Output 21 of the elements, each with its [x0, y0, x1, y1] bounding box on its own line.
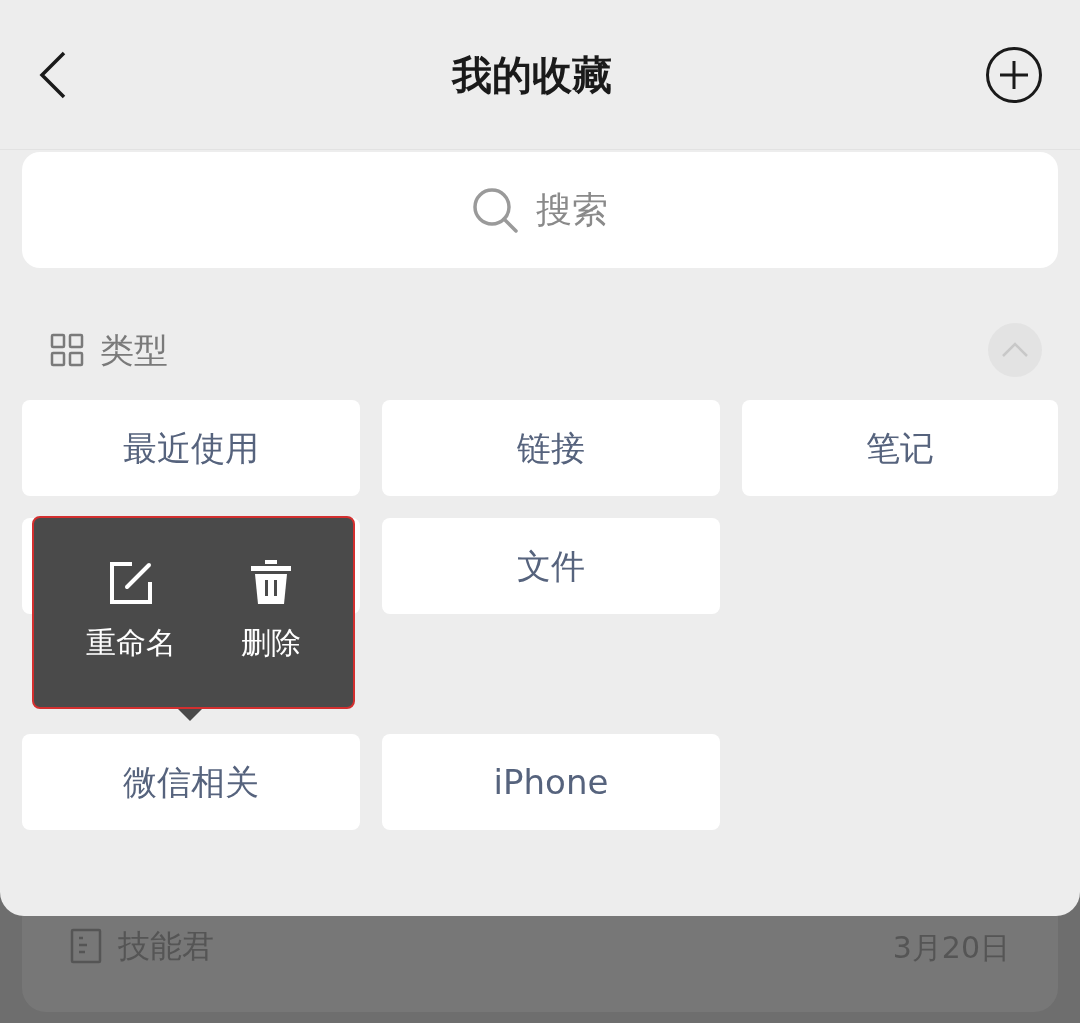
trash-icon: [250, 560, 291, 606]
tag-tile[interactable]: iPhone: [382, 734, 720, 830]
type-tile[interactable]: 笔记: [742, 400, 1058, 496]
menu-item[interactable]: 重命名: [86, 560, 177, 665]
type-tile[interactable]: 最近使用: [22, 400, 360, 496]
tag-tile[interactable]: 微信相关: [22, 734, 360, 830]
grid-icon: [50, 333, 84, 367]
edit-icon: [108, 560, 155, 606]
plus-icon: [998, 58, 1030, 91]
type-tile[interactable]: 文件: [382, 518, 720, 614]
search-field[interactable]: 搜索: [22, 152, 1058, 268]
page-title: 我的收藏: [452, 50, 612, 100]
add-button[interactable]: [986, 46, 1042, 103]
search-placeholder: 搜索: [536, 188, 608, 232]
type-tile[interactable]: 链接: [382, 400, 720, 496]
back-icon: [38, 50, 68, 99]
menu-item[interactable]: 删除: [240, 560, 301, 665]
search-icon: [472, 187, 518, 233]
section-title: 类型: [100, 328, 168, 372]
chevron-up-icon: [1001, 342, 1029, 358]
document-icon: [70, 928, 102, 964]
